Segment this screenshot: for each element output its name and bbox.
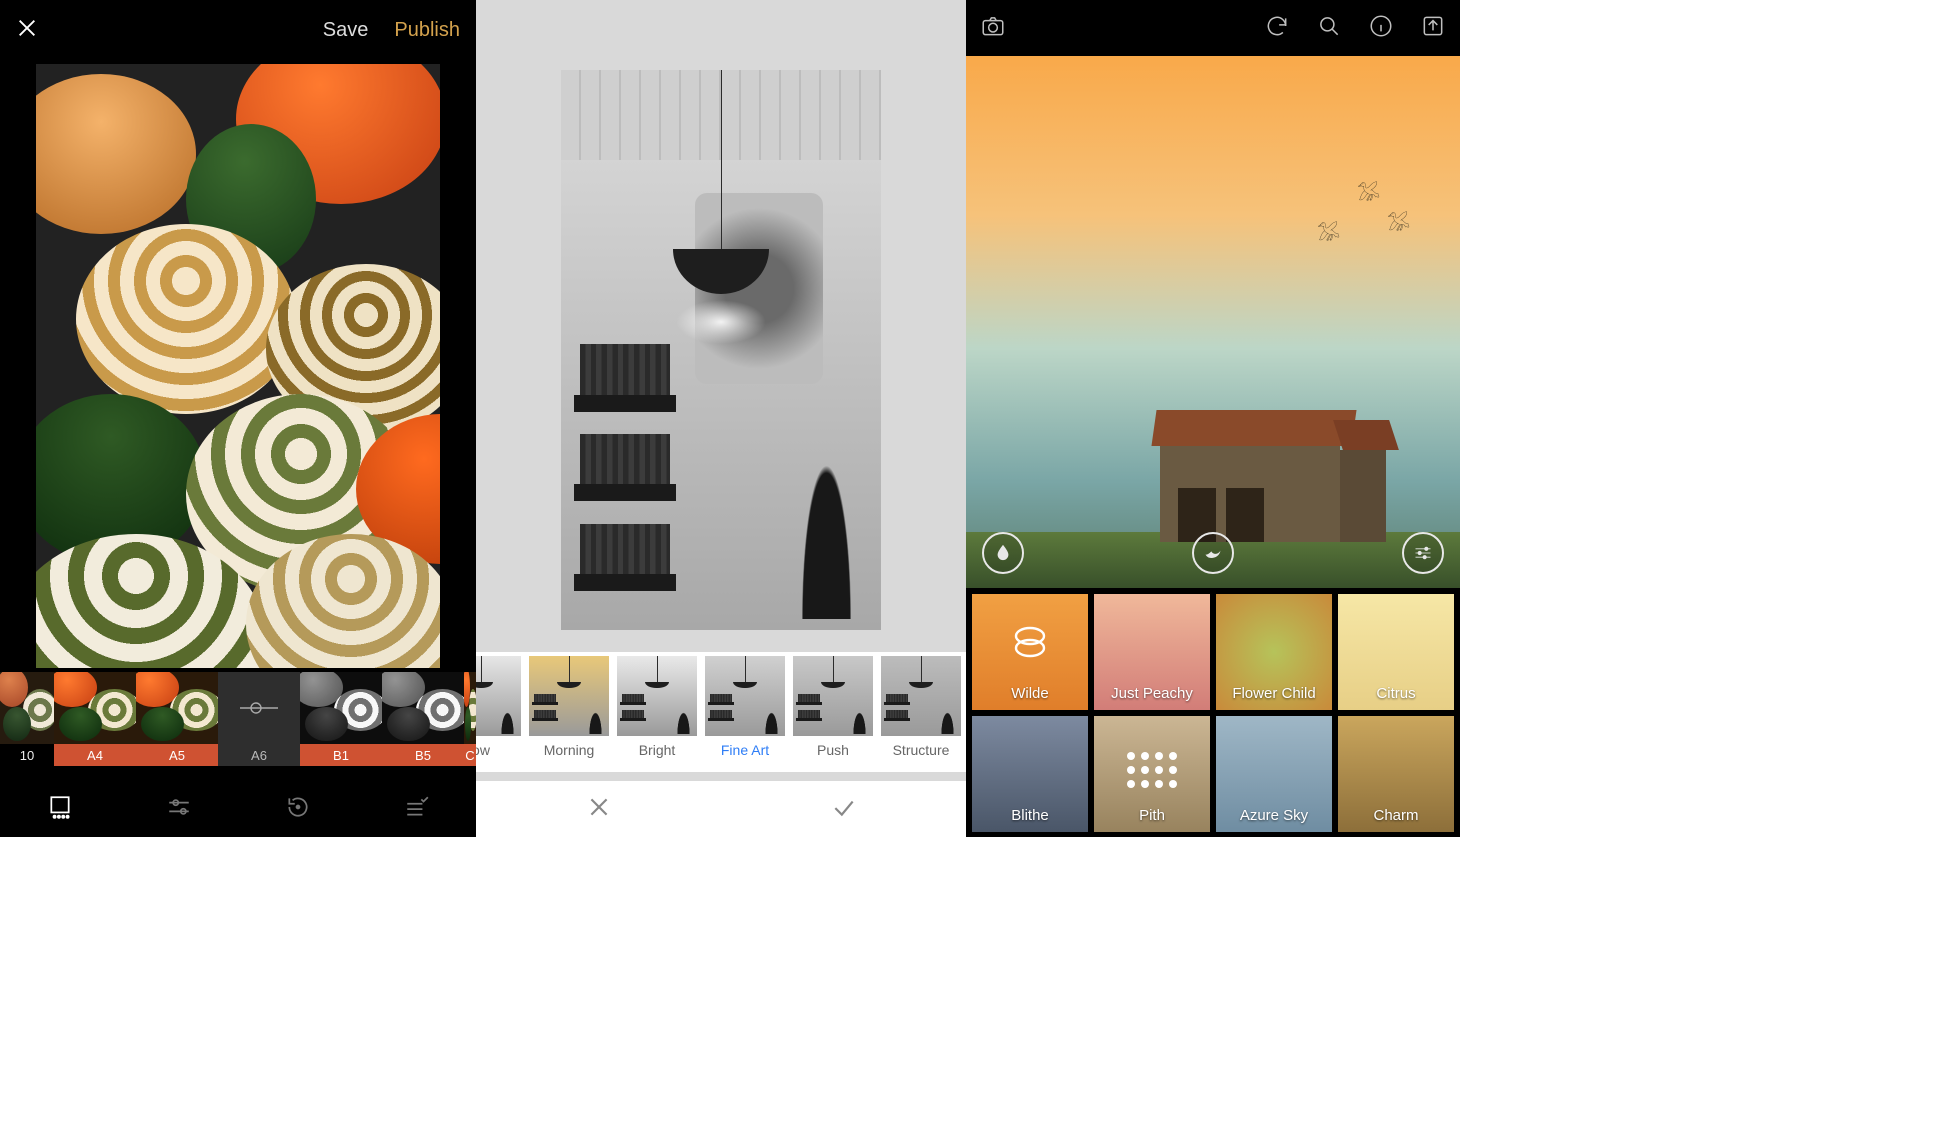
- bird-silhouette: 𓅮: [1317, 216, 1340, 246]
- adjust-tab[interactable]: [166, 794, 192, 825]
- recipes-icon: [404, 794, 430, 820]
- bird-silhouette: 𓅮: [1387, 206, 1410, 236]
- look-structure[interactable]: Structure: [878, 656, 964, 772]
- apply-button[interactable]: [831, 794, 857, 825]
- export-button[interactable]: [1420, 13, 1446, 44]
- look-push[interactable]: Push: [790, 656, 876, 772]
- bird-icon: [1203, 543, 1223, 563]
- look-label: Structure: [878, 742, 964, 758]
- barn-illustration: [1160, 402, 1390, 542]
- preset-A6[interactable]: A6: [218, 672, 300, 766]
- undo-icon: [1264, 13, 1290, 39]
- mextures-top-bar: [966, 0, 1460, 56]
- look-morning[interactable]: Morning: [526, 656, 612, 772]
- rings-icon: [1008, 620, 1052, 669]
- snapseed-looks-panel: ow Morning Bright Fine Art Push: [476, 0, 966, 837]
- texture-label: Citrus: [1338, 685, 1454, 702]
- snapseed-bottom-bar: [476, 781, 966, 837]
- mextures-panel: 𓅮 𓅮 𓅮 Wilde Just Peachy Flower Child Citrus…: [966, 0, 1460, 837]
- history-icon: [285, 794, 311, 820]
- preset-B1[interactable]: B1: [300, 672, 382, 766]
- texture-blithe[interactable]: Blithe: [972, 716, 1088, 832]
- texture-wilde[interactable]: Wilde: [972, 594, 1088, 710]
- snapseed-image-canvas[interactable]: [561, 70, 881, 630]
- camera-icon: [980, 13, 1006, 39]
- recipes-tab[interactable]: [404, 794, 430, 825]
- formula-button[interactable]: [1192, 532, 1234, 574]
- look-bright[interactable]: Bright: [614, 656, 700, 772]
- texture-label: Flower Child: [1216, 685, 1332, 702]
- preset-label: A5: [136, 744, 218, 766]
- texture-label: Just Peachy: [1094, 685, 1210, 702]
- cancel-button[interactable]: [586, 794, 612, 825]
- look-label: ow: [476, 742, 524, 758]
- drop-icon: [993, 543, 1013, 563]
- preset-B5[interactable]: B5: [382, 672, 464, 766]
- close-icon: [586, 794, 612, 820]
- vsco-image-canvas[interactable]: [36, 64, 440, 668]
- vsco-editor-panel: Save Publish 10 A4 A5 A6 B1: [0, 0, 476, 837]
- texture-citrus[interactable]: Citrus: [1338, 594, 1454, 710]
- preset-A5[interactable]: A5: [136, 672, 218, 766]
- undo-button[interactable]: [1264, 13, 1290, 44]
- preset-label: B1: [300, 744, 382, 766]
- close-icon: [16, 17, 38, 39]
- check-icon: [831, 794, 857, 820]
- adjust-icon: [1413, 543, 1433, 563]
- info-icon: [1368, 13, 1394, 39]
- snapseed-looks-strip[interactable]: ow Morning Bright Fine Art Push: [476, 652, 966, 772]
- mextures-texture-grid[interactable]: Wilde Just Peachy Flower Child Citrus Blithe…: [966, 588, 1460, 832]
- look-label: Push: [790, 742, 876, 758]
- texture-azuresky[interactable]: Azure Sky: [1216, 716, 1332, 832]
- texture-flowerchild[interactable]: Flower Child: [1216, 594, 1332, 710]
- export-icon: [1420, 13, 1446, 39]
- dots-icon: [1127, 752, 1177, 788]
- texture-label: Blithe: [972, 807, 1088, 824]
- camera-button[interactable]: [980, 13, 1006, 44]
- close-button[interactable]: [16, 17, 38, 44]
- vsco-top-bar: Save Publish: [0, 0, 476, 60]
- sliders-icon: [166, 794, 192, 820]
- texture-label: Charm: [1338, 807, 1454, 824]
- mextures-image-canvas[interactable]: 𓅮 𓅮 𓅮: [966, 56, 1460, 588]
- texture-label: Azure Sky: [1216, 807, 1332, 824]
- presets-tab[interactable]: [47, 794, 73, 825]
- preset-label: B5: [382, 744, 464, 766]
- bird-silhouette: 𓅮: [1357, 176, 1380, 206]
- look-label: Morning: [526, 742, 612, 758]
- preset-label: 10: [0, 744, 54, 766]
- info-button[interactable]: [1368, 13, 1394, 44]
- search-button[interactable]: [1316, 13, 1342, 44]
- save-button[interactable]: Save: [323, 19, 369, 42]
- publish-button[interactable]: Publish: [394, 19, 460, 42]
- preset-10[interactable]: 10: [0, 672, 54, 766]
- look-fineart[interactable]: Fine Art: [702, 656, 788, 772]
- look-label: Fine Art: [702, 742, 788, 758]
- search-icon: [1316, 13, 1342, 39]
- texture-pith[interactable]: Pith: [1094, 716, 1210, 832]
- look-label: Bright: [614, 742, 700, 758]
- texture-justpeachy[interactable]: Just Peachy: [1094, 594, 1210, 710]
- adjust-button[interactable]: [1402, 532, 1444, 574]
- vsco-bottom-toolbar: [0, 781, 476, 837]
- preset-A4[interactable]: A4: [54, 672, 136, 766]
- blend-button[interactable]: [982, 532, 1024, 574]
- preset-label: C: [464, 744, 476, 766]
- preset-label: A6: [218, 744, 300, 766]
- vsco-preset-strip[interactable]: 10 A4 A5 A6 B1 B5 C: [0, 672, 476, 766]
- texture-charm[interactable]: Charm: [1338, 716, 1454, 832]
- preset-label: A4: [54, 744, 136, 766]
- texture-label: Wilde: [972, 685, 1088, 702]
- presets-icon: [47, 794, 73, 820]
- history-tab[interactable]: [285, 794, 311, 825]
- preset-Cnext[interactable]: C: [464, 672, 476, 766]
- look-prev[interactable]: ow: [476, 656, 524, 772]
- texture-label: Pith: [1094, 807, 1210, 824]
